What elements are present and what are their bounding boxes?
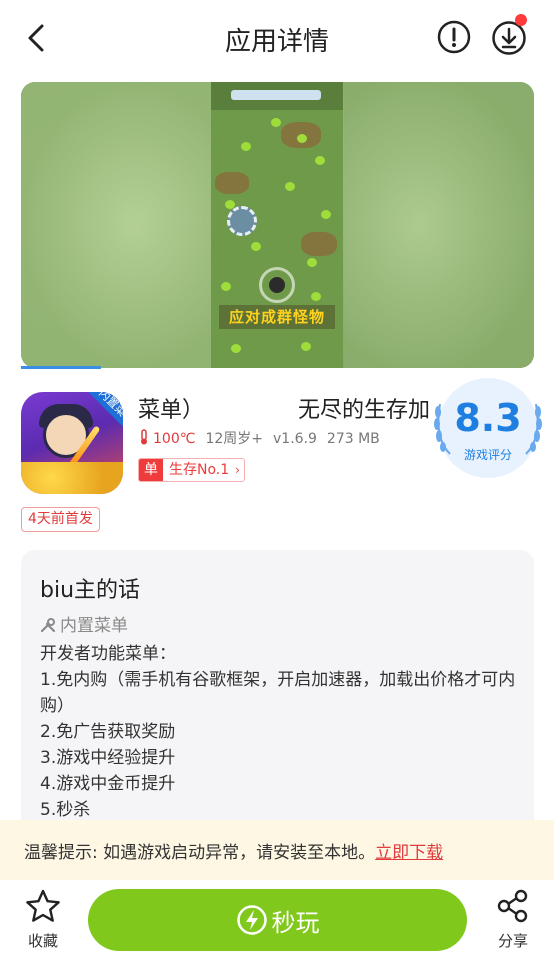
- game-screenshot: 应对成群怪物: [211, 82, 343, 368]
- app-icon: 内置菜单: [21, 392, 123, 494]
- version: v1.6.9: [273, 431, 317, 447]
- header: 应用详情: [0, 0, 554, 78]
- game-caption: 应对成群怪物: [219, 305, 335, 329]
- favorite-label: 收藏: [27, 932, 58, 950]
- joystick-knob: [269, 277, 285, 293]
- thermometer-icon: [141, 429, 147, 445]
- tip-bar: 温馨提示: 如遇游戏启动异常，请安装至本地。立即下载: [0, 820, 554, 880]
- star-icon: [26, 889, 60, 922]
- instant-play-label: 秒玩: [271, 908, 320, 937]
- app-name-part: 菜单）: [138, 398, 205, 423]
- media-progress: [21, 366, 101, 369]
- score-label: 游戏评分: [463, 448, 512, 462]
- game-monster: [231, 344, 241, 353]
- game-terrain: [301, 232, 337, 256]
- description-line: 开发者功能菜单：: [40, 644, 176, 664]
- app-name-part: 无尽的生存加: [298, 398, 431, 423]
- file-size: 273 MB: [326, 431, 380, 447]
- description-body: 开发者功能菜单： 1.免内购（需手机有谷歌框架，开启加速器，加载出价格才可内购）…: [40, 641, 524, 823]
- rank-tag: 单: [139, 459, 163, 481]
- description-line: 2.免广告获取奖励: [40, 722, 176, 742]
- game-monster: [301, 342, 311, 351]
- instant-play-button[interactable]: 秒玩: [88, 889, 467, 951]
- game-monster: [241, 142, 251, 151]
- report-button[interactable]: [437, 20, 471, 54]
- game-hud-bar: [231, 90, 321, 100]
- media-preview[interactable]: 应对成群怪物: [21, 82, 534, 368]
- game-monster: [221, 282, 231, 291]
- media-backdrop-right: [344, 82, 534, 368]
- description-subtitle: 内置菜单: [40, 611, 128, 636]
- chevron-right-icon: ›: [235, 463, 240, 477]
- app-name: 菜单） 无尽的生存加: [138, 392, 438, 424]
- share-button[interactable]: 分享: [490, 888, 536, 950]
- saw-blade: [227, 206, 257, 236]
- tools-icon: [40, 618, 56, 633]
- notification-dot: [515, 14, 527, 26]
- icon-gold-coins: [21, 462, 123, 494]
- description-card: biu主的话 内置菜单 开发者功能菜单： 1.免内购（需手机有谷歌框架，开启加速…: [21, 550, 534, 850]
- score-badge: 8.3 游戏评分: [434, 378, 542, 478]
- description-line: 4.游戏中金币提升: [40, 774, 176, 794]
- share-icon: [497, 889, 528, 923]
- bottom-bar: 收藏 秒玩 分享: [0, 880, 554, 953]
- exclamation-circle-icon: [437, 20, 471, 54]
- game-monster: [251, 242, 261, 251]
- media-backdrop-left: [21, 82, 211, 368]
- app-meta: 100℃ 12周岁+ v1.6.9 273 MB: [138, 428, 390, 448]
- description-title: biu主的话: [40, 578, 141, 603]
- share-label: 分享: [497, 932, 528, 950]
- game-monster: [297, 134, 307, 143]
- description-subtitle-text: 内置菜单: [60, 616, 128, 636]
- age-rating: 12周岁+: [205, 431, 263, 447]
- description-line: 3.游戏中经验提升: [40, 748, 176, 768]
- tip-text: 温馨提示: 如遇游戏启动异常，请安装至本地。立即下载: [24, 838, 443, 863]
- first-release-badge: 4天前首发: [21, 507, 100, 532]
- game-monster: [307, 258, 317, 267]
- favorite-button[interactable]: 收藏: [20, 888, 66, 950]
- rank-text: 生存No.1: [169, 462, 230, 478]
- description-line: 1.免内购（需手机有谷歌框架，开启加速器，加载出价格才可内购）: [40, 670, 516, 716]
- game-monster: [315, 156, 325, 165]
- temperature: 100℃: [153, 431, 196, 447]
- game-monster: [321, 210, 331, 219]
- score-value: 8.3: [454, 396, 522, 440]
- download-now-link[interactable]: 立即下载: [375, 843, 443, 863]
- game-terrain: [215, 172, 249, 194]
- rank-badge[interactable]: 单 生存No.1 ›: [138, 458, 245, 482]
- game-monster: [271, 118, 281, 127]
- game-monster: [285, 182, 295, 191]
- tip-message: 温馨提示: 如遇游戏启动异常，请安装至本地。: [24, 843, 376, 863]
- game-monster: [311, 292, 321, 301]
- lightning-circle-icon: [236, 905, 267, 935]
